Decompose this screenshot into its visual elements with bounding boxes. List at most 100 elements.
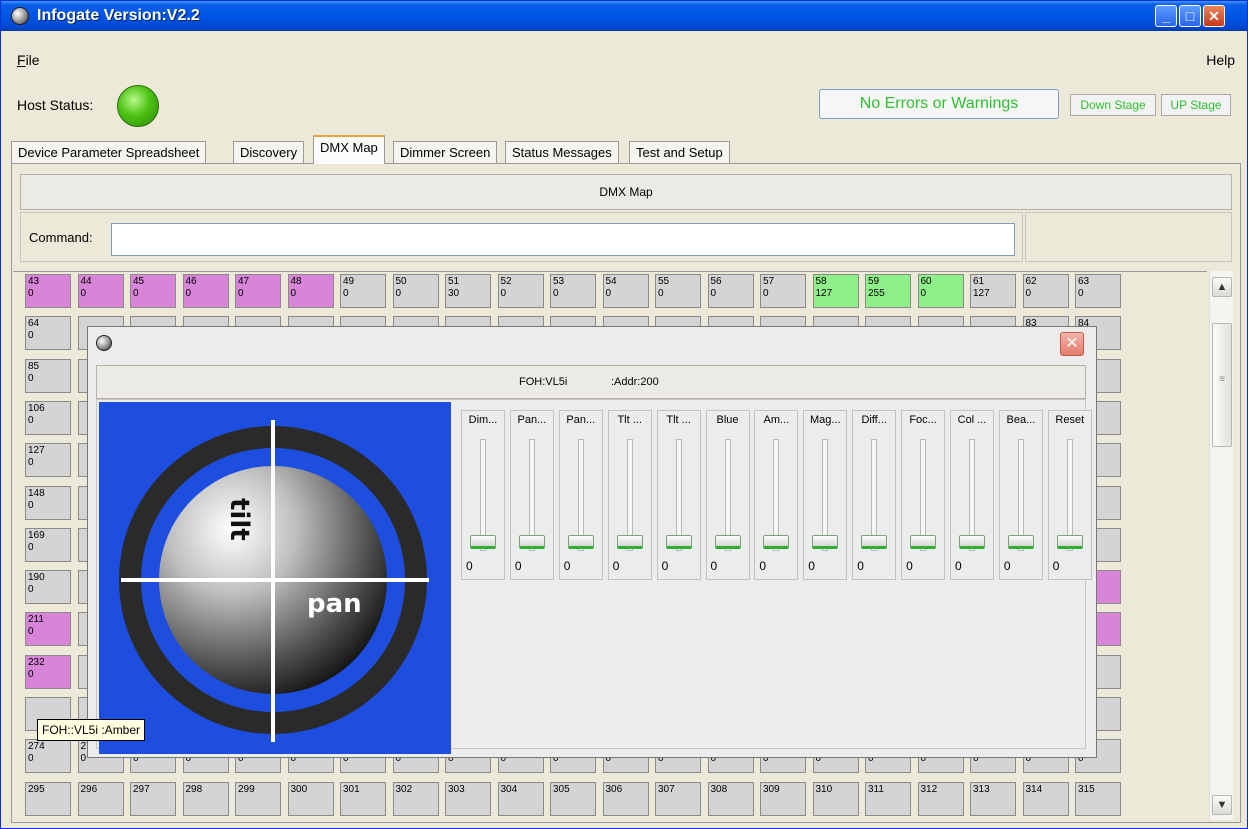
dmx-cell[interactable]: 60 0 [917, 274, 964, 308]
dmx-cell[interactable]: 44 0 [77, 274, 124, 308]
pan-tilt-graphic: tilt pan [119, 420, 429, 742]
dmx-cell[interactable]: 308 [707, 781, 754, 816]
scroll-up-icon[interactable]: ▲ [1212, 277, 1232, 297]
slider-thumb[interactable] [665, 535, 692, 549]
pan-tilt-pad[interactable]: tilt pan [99, 402, 451, 754]
dmx-cell[interactable]: 304 [497, 781, 544, 816]
dmx-cell[interactable]: 52 0 [497, 274, 544, 308]
tab-discovery[interactable]: Discovery [233, 141, 305, 163]
dmx-cell[interactable]: 306 [602, 781, 649, 816]
dmx-cell[interactable]: 62 0 [1022, 274, 1069, 308]
dialog-body: tilt pan Dim... 0 Pan... 0 Pan... 0 Tlt ... 0 Tl… [96, 399, 1092, 754]
dmx-cell[interactable]: 232 0 [25, 654, 71, 689]
dmx-cell[interactable]: 295 [25, 781, 71, 816]
close-button[interactable]: ✕ [1203, 5, 1225, 27]
dmx-cell[interactable]: 46 0 [182, 274, 229, 308]
tab-device-parameter-spreadsheet[interactable]: Device Parameter Spreadsheet [11, 141, 207, 163]
dmx-cell[interactable]: 307 [655, 781, 701, 816]
parameter-slider: Tlt ... 0 [656, 410, 701, 580]
slider-thumb[interactable] [910, 535, 937, 549]
dmx-cell[interactable]: 311 [865, 781, 911, 816]
dmx-cell[interactable]: 301 [340, 781, 386, 816]
dmx-cell[interactable]: 57 0 [760, 274, 806, 308]
dmx-cell[interactable]: 55 0 [655, 274, 701, 308]
dmx-cell[interactable]: 49 0 [340, 274, 386, 308]
title-bar[interactable]: Infogate Version:V2.2 _ □ ✕ [1, 1, 1247, 31]
dmx-cell[interactable]: 127 0 [25, 443, 71, 478]
dmx-cell[interactable]: 302 [392, 781, 439, 816]
dmx-cell[interactable]: 64 0 [25, 316, 71, 351]
dmx-cell[interactable]: 274 0 [25, 739, 71, 774]
dmx-cell[interactable]: 43 0 [25, 274, 71, 308]
dmx-cell[interactable]: 50 0 [392, 274, 439, 308]
dmx-cell[interactable]: 312 [917, 781, 964, 816]
menu-help[interactable]: Help [1206, 52, 1235, 68]
dmx-cell[interactable]: 315 [1075, 781, 1121, 816]
dmx-cell[interactable]: 148 0 [25, 485, 71, 520]
slider-thumb[interactable] [470, 535, 496, 549]
dmx-cell[interactable]: 299 [235, 781, 281, 816]
minimize-button[interactable]: _ [1155, 5, 1177, 27]
dmx-cell[interactable]: 45 0 [130, 274, 176, 308]
slider-thumb[interactable] [1007, 535, 1034, 549]
slider-label: Reset [1055, 414, 1085, 426]
parameter-slider: Bea... 0 [998, 410, 1043, 580]
dmx-cell[interactable]: 54 0 [602, 274, 649, 308]
dmx-channel-number: 305 [553, 783, 570, 795]
maximize-button[interactable]: □ [1179, 5, 1201, 27]
slider-thumb[interactable] [1056, 535, 1083, 549]
slider-label: Blue [716, 414, 739, 426]
dmx-cell[interactable]: 297 [130, 781, 176, 816]
command-input[interactable] [111, 223, 1015, 256]
app-icon [11, 7, 29, 25]
dmx-cell[interactable]: 48 0 [287, 274, 334, 308]
dmx-cell[interactable]: 47 0 [235, 274, 281, 308]
slider-thumb[interactable] [714, 535, 741, 549]
dialog-close-button[interactable]: ✕ [1060, 332, 1084, 356]
dmx-cell[interactable]: 305 [550, 781, 596, 816]
dmx-channel-value: 0 [133, 288, 139, 299]
dmx-channel-number: 299 [238, 783, 255, 795]
dmx-cell[interactable]: 169 0 [25, 527, 71, 562]
dmx-cell[interactable]: 106 0 [25, 400, 71, 435]
dmx-cell[interactable]: 314 [1022, 781, 1069, 816]
dmx-cell[interactable]: 53 0 [550, 274, 596, 308]
slider-thumb[interactable] [567, 535, 594, 549]
dmx-channel-number: 308 [710, 783, 728, 795]
down-stage-button[interactable]: Down Stage [1070, 94, 1156, 116]
tab-dmx-map[interactable]: DMX Map [313, 135, 385, 164]
dmx-cell[interactable]: 296 [77, 781, 124, 816]
slider-thumb[interactable] [518, 535, 545, 549]
dmx-channel-number: 51 [448, 276, 460, 287]
dmx-cell[interactable]: 303 [445, 781, 491, 816]
dmx-cell[interactable]: 56 0 [707, 274, 754, 308]
dmx-cell[interactable]: 51 30 [445, 274, 491, 308]
slider-label: Am... [763, 414, 790, 426]
dmx-cell[interactable]: 61 127 [970, 274, 1016, 308]
dmx-cell[interactable]: 313 [970, 781, 1016, 816]
scroll-down-icon[interactable]: ▼ [1212, 795, 1232, 815]
tab-test-and-setup[interactable]: Test and Setup [629, 141, 730, 163]
dmx-cell[interactable]: 310 [812, 781, 859, 816]
dmx-cell[interactable]: 190 0 [25, 570, 71, 605]
slider-thumb[interactable] [861, 535, 888, 549]
up-stage-button[interactable]: UP Stage [1161, 94, 1231, 116]
slider-thumb[interactable] [616, 535, 643, 549]
scroll-thumb[interactable]: ≡ [1212, 323, 1232, 447]
dmx-cell[interactable]: 85 0 [25, 358, 71, 393]
slider-thumb[interactable] [812, 535, 839, 549]
dmx-cell[interactable]: 211 0 [25, 612, 71, 647]
slider-thumb[interactable] [959, 535, 985, 549]
vertical-scrollbar[interactable]: ▲ ≡ ▼ [1209, 271, 1233, 820]
tab-status-messages[interactable]: Status Messages [505, 141, 619, 163]
dmx-channel-number: 52 [500, 276, 512, 287]
dmx-cell[interactable]: 300 [287, 781, 334, 816]
dmx-cell[interactable]: 59 255 [865, 274, 911, 308]
dmx-cell[interactable]: 298 [182, 781, 229, 816]
dmx-cell[interactable]: 309 [760, 781, 806, 816]
dmx-cell[interactable]: 63 0 [1075, 274, 1121, 308]
slider-thumb[interactable] [763, 535, 790, 549]
menu-file[interactable]: File [17, 52, 40, 68]
dmx-cell[interactable]: 58 127 [812, 274, 859, 308]
tab-dimmer-screen[interactable]: Dimmer Screen [393, 141, 498, 163]
